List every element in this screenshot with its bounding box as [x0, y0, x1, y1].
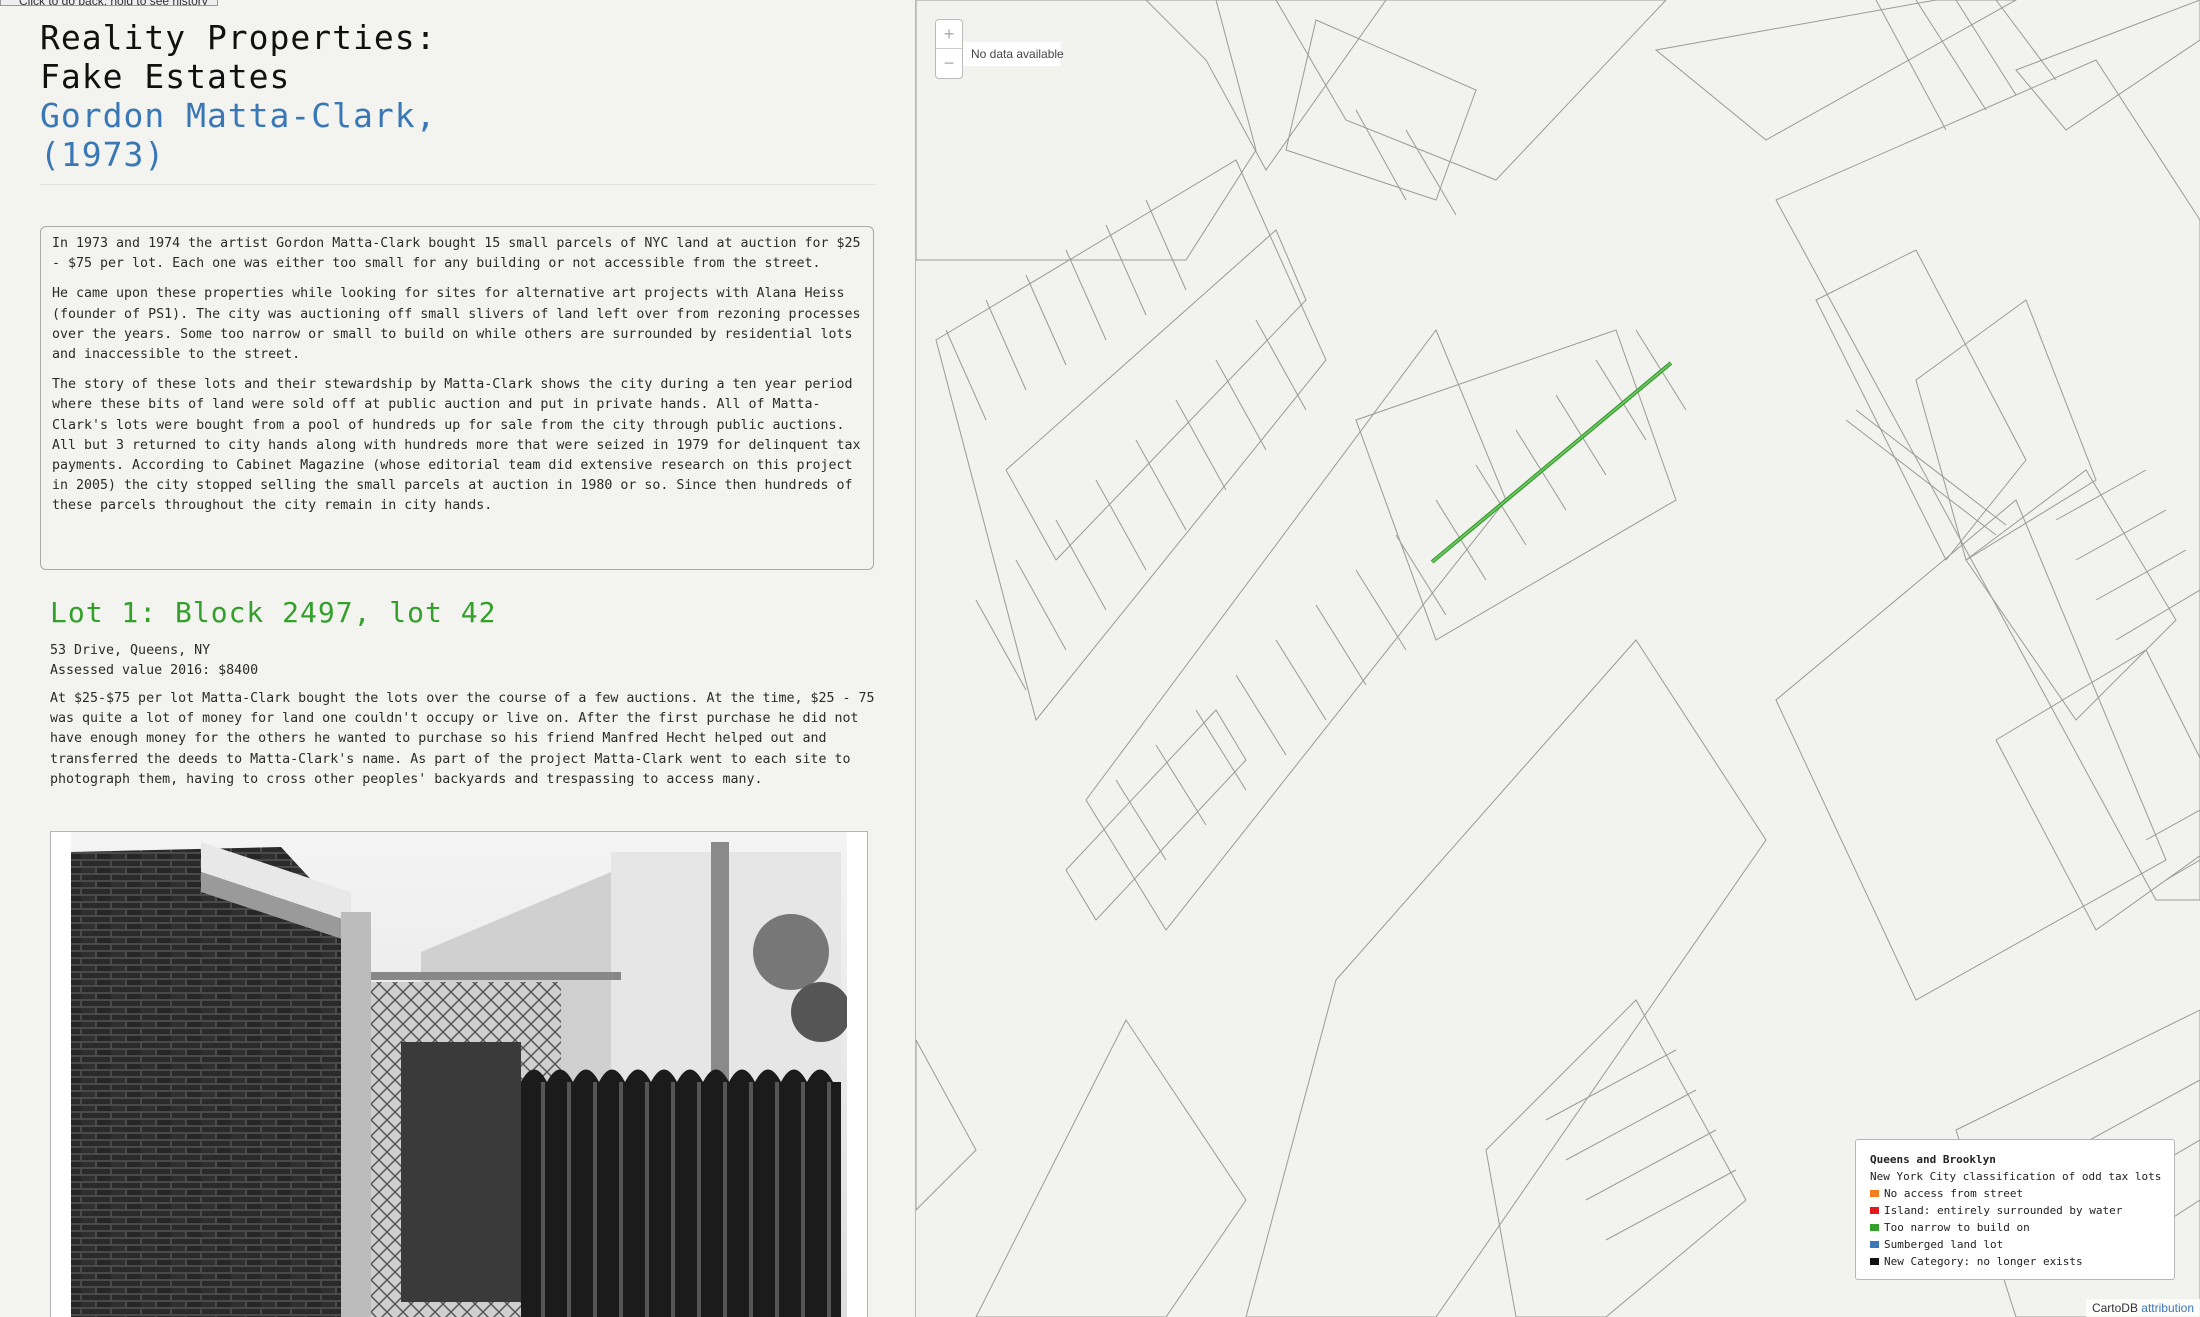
attribution-provider: CartoDB [2091, 1301, 2138, 1315]
legend-swatch [1870, 1241, 1879, 1248]
lot-assessed-value: Assessed value 2016: $8400 [50, 663, 259, 679]
legend-item: New Category: no longer exists [1870, 1253, 2174, 1270]
legend-label: No access from street [1884, 1187, 2024, 1200]
intro-paragraph: He came upon these properties while look… [52, 286, 861, 363]
legend-swatch [1870, 1258, 1879, 1265]
legend-swatch [1870, 1190, 1879, 1197]
map-attribution: CartoDB attribution [2085, 1299, 2200, 1317]
zoom-out-button[interactable]: − [936, 49, 962, 77]
legend-item: Too narrow to build on [1870, 1219, 2174, 1236]
map-legend: Queens and Brooklyn New York City classi… [1855, 1139, 2175, 1280]
legend-label: Too narrow to build on [1884, 1221, 2030, 1234]
lot-description: At $25-$75 per lot Matta-Clark bought th… [50, 691, 875, 787]
sidebar-panel[interactable]: Reality Properties: Fake Estates Gordon … [0, 0, 916, 1317]
legend-label: New Category: no longer exists [1884, 1255, 2083, 1268]
no-data-notice: No data available [957, 42, 1064, 66]
lot-photo-image [51, 832, 867, 1317]
legend-label: Island: entirely surrounded by water [1884, 1204, 2123, 1217]
zoom-control[interactable]: + − [935, 19, 963, 79]
legend-item: No access from street [1870, 1185, 2174, 1202]
lot-title: Lot 1: Block 2497, lot 42 [50, 596, 497, 629]
attribution-link[interactable]: attribution [2141, 1301, 2194, 1315]
lot-photo [50, 831, 868, 1317]
intro-paragraph: In 1973 and 1974 the artist Gordon Matta… [52, 236, 861, 272]
legend-subtitle: New York City classification of odd tax … [1870, 1170, 2162, 1183]
zoom-in-button[interactable]: + [936, 20, 962, 49]
legend-swatch [1870, 1224, 1879, 1231]
legend-title: Queens and Brooklyn [1870, 1153, 1996, 1166]
lot-meta: 53 Drive, Queens, NY Assessed value 2016… [50, 641, 258, 681]
legend-swatch [1870, 1207, 1879, 1214]
intro-paragraph: The story of these lots and their stewar… [52, 377, 861, 514]
title-divider [40, 184, 875, 185]
legend-item: Sumberged land lot [1870, 1236, 2174, 1253]
lot-address: 53 Drive, Queens, NY [50, 643, 211, 658]
page-title: Reality Properties: Fake Estates Gordon … [40, 18, 437, 174]
intro-box: In 1973 and 1974 the artist Gordon Matta… [40, 226, 874, 570]
title-line-1: Reality Properties: [40, 18, 437, 57]
subtitle-line-2: (1973) [40, 135, 166, 174]
subtitle-line-1: Gordon Matta-Clark, [40, 96, 437, 135]
tax-lot-map[interactable] [916, 0, 2200, 1317]
back-button-tooltip: Click to go back, hold to see history [0, 0, 218, 6]
legend-item: Island: entirely surrounded by water [1870, 1202, 2174, 1219]
legend-label: Sumberged land lot [1884, 1238, 2004, 1251]
map-panel[interactable]: + − No data available Queens and Brookly… [916, 0, 2200, 1317]
title-line-2: Fake Estates [40, 57, 291, 96]
